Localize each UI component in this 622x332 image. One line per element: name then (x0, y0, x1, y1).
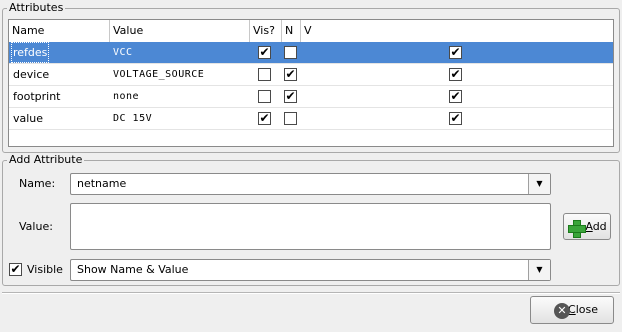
attribute-value: none (113, 91, 140, 102)
v-checkbox[interactable]: ✔ (449, 90, 462, 103)
add-button-label: dd (592, 220, 607, 233)
add-button[interactable]: Add (563, 213, 611, 240)
visible-checkbox[interactable]: ✔ (9, 263, 22, 276)
n-checkbox[interactable]: ✔ (284, 90, 297, 103)
v-checkbox[interactable]: ✔ (449, 46, 462, 59)
v-checkbox[interactable]: ✔ (449, 68, 462, 81)
attribute-name: device (13, 68, 50, 81)
n-checkbox[interactable]: ✔ (284, 68, 297, 81)
attributes-table[interactable]: Name Value Vis? N V refdes VCC ✔ ✔ devic… (8, 19, 614, 147)
attribute-value: VCC (113, 47, 133, 58)
chevron-down-icon[interactable]: ▼ (528, 260, 550, 280)
attribute-value: DC 15V (113, 113, 153, 124)
value-input[interactable] (70, 203, 551, 250)
attribute-name: refdes (11, 42, 50, 63)
column-header-v[interactable]: V (300, 20, 312, 42)
vis-checkbox[interactable] (258, 68, 271, 81)
visible-label: Visible (27, 263, 63, 276)
visibility-combobox[interactable]: Show Name & Value ▼ (70, 259, 551, 281)
column-header-name[interactable]: Name (9, 20, 44, 42)
vis-checkbox[interactable] (258, 90, 271, 103)
add-button-mnemonic: A (585, 220, 593, 233)
close-button-label: lose (575, 303, 598, 316)
plus-icon (568, 220, 586, 238)
close-icon: ✕ (554, 303, 570, 319)
table-row[interactable]: value DC 15V ✔ ✔ (9, 108, 613, 130)
table-row[interactable]: footprint none ✔ ✔ (9, 86, 613, 108)
table-row[interactable]: device VOLTAGE_SOURCE ✔ ✔ (9, 64, 613, 86)
v-checkbox[interactable]: ✔ (449, 112, 462, 125)
n-checkbox[interactable] (284, 112, 297, 125)
visibility-selected-option: Show Name & Value (77, 263, 189, 276)
add-attribute-group-title: Add Attribute (7, 153, 85, 167)
name-combobox[interactable]: netname ▼ (70, 173, 551, 195)
chevron-down-icon[interactable]: ▼ (528, 174, 550, 194)
vis-checkbox[interactable]: ✔ (258, 46, 271, 59)
column-header-value[interactable]: Value (109, 20, 143, 42)
table-header: Name Value Vis? N V (9, 20, 613, 42)
name-input[interactable]: netname (77, 177, 126, 190)
value-label: Value: (19, 220, 53, 233)
column-header-n[interactable]: N (281, 20, 293, 42)
attribute-name: value (13, 112, 44, 125)
table-row[interactable]: refdes VCC ✔ ✔ (9, 42, 613, 64)
divider (2, 292, 620, 294)
attribute-value: VOLTAGE_SOURCE (113, 69, 205, 80)
attributes-group-title: Attributes (7, 1, 66, 15)
name-label: Name: (19, 177, 56, 190)
attribute-name: footprint (13, 90, 61, 103)
vis-checkbox[interactable]: ✔ (258, 112, 271, 125)
close-button[interactable]: ✕ Close (530, 296, 614, 324)
n-checkbox[interactable] (284, 46, 297, 59)
column-header-vis[interactable]: Vis? (249, 20, 275, 42)
